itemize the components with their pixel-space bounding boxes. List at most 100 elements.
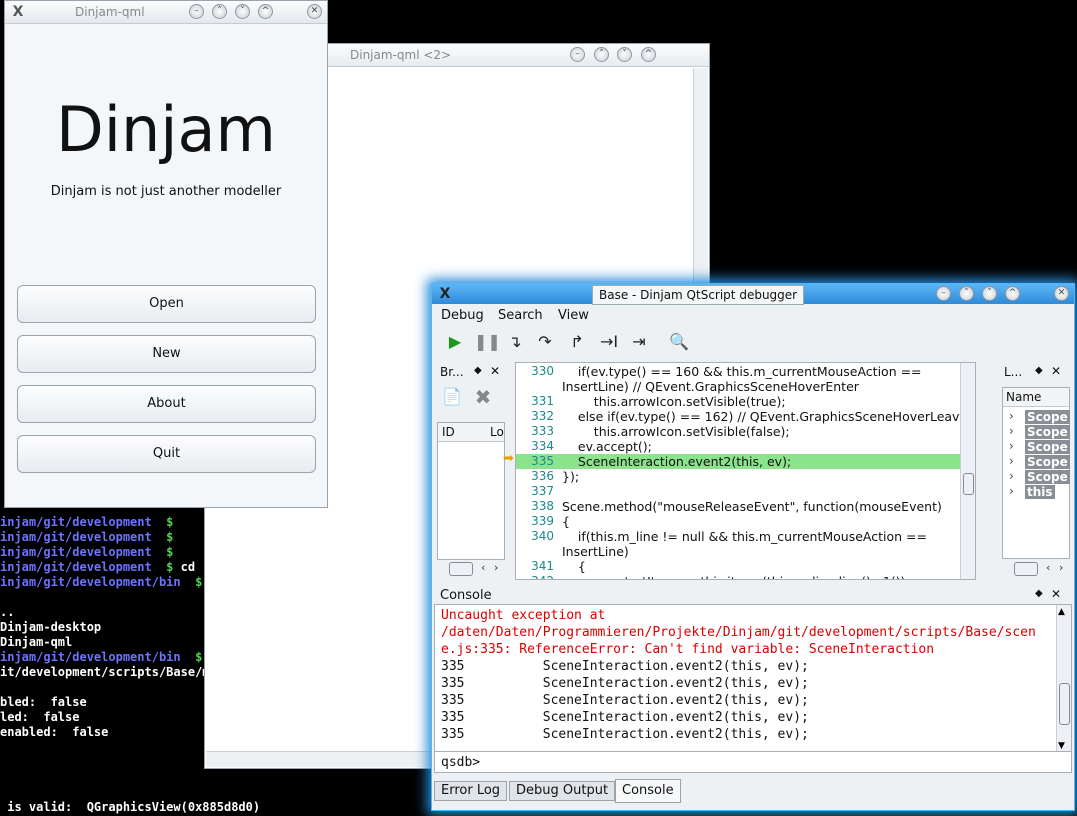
line-number: 337 (531, 484, 554, 498)
tab-debug-output[interactable]: Debug Output (509, 781, 616, 801)
code-line[interactable]: 335 SceneInteraction.event2(this, ev); (516, 454, 961, 469)
code-text: if(this.m_line != null && this.m_current… (562, 529, 928, 544)
code-line[interactable]: InsertLine) (516, 544, 961, 559)
step-out-icon[interactable]: ↱ (566, 331, 588, 353)
line-number: 333 (531, 424, 554, 438)
qtscript-debugger-window[interactable]: X Base - Dinjam QtScript debugger – ˄ ˅ … (431, 283, 1075, 811)
keep-above-button[interactable]: ˄ (959, 286, 974, 301)
step-into-icon[interactable]: ↴ (504, 331, 526, 353)
float-icon[interactable]: ◆ (474, 365, 482, 376)
code-line[interactable]: 337 (516, 484, 961, 499)
window-titlebar[interactable]: X Base - Dinjam QtScript debugger – ˄ ˅ … (432, 284, 1074, 305)
dinjam-qml-window[interactable]: X Dinjam-qml – ˄ ˅ ^ ✕ Dinjam Dinjam is … (4, 0, 328, 508)
continue-icon[interactable]: ▶ (444, 331, 466, 353)
breakpoints-list[interactable]: ID Lo (437, 422, 505, 560)
kde-x-icon[interactable]: X (437, 286, 453, 302)
column-id[interactable]: ID (442, 425, 455, 439)
maximize-button[interactable]: ^ (1005, 286, 1020, 301)
locals-item-label: Scope (1025, 425, 1070, 439)
terminal-line: injam/git/development $ (0, 515, 174, 529)
close-pane-icon[interactable]: ✕ (1051, 364, 1061, 378)
code-text: if(ev.type() == 160 && this.m_currentMou… (562, 364, 922, 379)
terminal-line: led: false (0, 710, 80, 724)
shade-button[interactable]: – (570, 47, 585, 62)
code-line[interactable]: 341 { (516, 559, 961, 574)
close-button[interactable]: ✕ (307, 4, 322, 19)
minimize-button[interactable]: ˅ (982, 286, 997, 301)
maximize-button[interactable]: ^ (641, 47, 656, 62)
keep-above-button[interactable]: ˄ (594, 47, 609, 62)
minimize-button[interactable]: ˅ (235, 4, 250, 19)
code-line[interactable]: 334 ev.accept(); (516, 439, 961, 454)
code-line[interactable]: 333 this.arrowIcon.setVisible(false); (516, 424, 961, 439)
console-input[interactable]: qsdb> (434, 751, 1072, 773)
expand-chevron-icon[interactable]: › (1009, 469, 1014, 483)
code-text: }); (562, 469, 580, 484)
terminal-line: Dinjam-qml (0, 635, 73, 649)
menu-view[interactable]: View (558, 308, 589, 323)
expand-chevron-icon[interactable]: › (1009, 409, 1014, 423)
close-button[interactable]: ✕ (1054, 286, 1069, 301)
locals-scrollbar[interactable]: ‹ › (1002, 561, 1070, 576)
console-scrollbar[interactable]: ▲ ▼ (1056, 605, 1071, 753)
console-output[interactable]: Uncaught exception at/daten/Daten/Progra… (434, 604, 1072, 754)
locals-tree[interactable]: Name › Scope › Scope › Scope › Scope › Scope › this (1002, 387, 1070, 559)
terminal-line: injam/git/development/bin $ (0, 650, 203, 664)
shade-button[interactable]: – (936, 286, 951, 301)
expand-chevron-icon[interactable]: › (1009, 424, 1014, 438)
code-line[interactable]: 342 var startItems = this.items(this.m_l… (516, 574, 961, 579)
interrupt-icon[interactable]: ❚❚ (474, 331, 501, 353)
code-line[interactable]: 338 Scene.method("mouseReleaseEvent", fun… (516, 499, 961, 514)
code-scrollbar[interactable] (960, 363, 975, 579)
console-error-line: /daten/Daten/Programmieren/Projekte/Dinj… (441, 625, 1036, 640)
expand-chevron-icon[interactable]: › (1009, 484, 1014, 498)
line-number: 338 (531, 499, 554, 513)
window-title: Dinjam-qml <2> (350, 48, 452, 62)
step-over-icon[interactable]: ↷ (534, 331, 556, 353)
code-line[interactable]: 340 if(this.m_line != null && this.m_cur… (516, 529, 961, 544)
window-titlebar[interactable]: X Dinjam-qml – ˄ ˅ ^ ✕ (5, 1, 327, 24)
tab-error-log[interactable]: Error Log (434, 781, 508, 801)
new-breakpoint-icon[interactable]: 📄 (441, 386, 463, 408)
debug-toolbar: ▶ ❚❚ ↴ ↷ ↱ →I ⇥ 🔍 (432, 329, 1074, 357)
expand-chevron-icon[interactable]: › (1009, 439, 1014, 453)
close-pane-icon[interactable]: ✕ (1051, 587, 1061, 601)
run-to-new-script-icon[interactable]: ⇥ (628, 331, 650, 353)
code-line[interactable]: 339 { (516, 514, 961, 529)
code-line[interactable]: 332 else if(ev.type() == 162) // QEvent.… (516, 409, 967, 424)
window-title: Base - Dinjam QtScript debugger (592, 285, 805, 305)
code-line[interactable]: 330 if(ev.type() == 160 && this.m_curren… (516, 364, 961, 379)
breakpoints-scrollbar[interactable]: ‹ › (437, 561, 505, 576)
search-icon[interactable]: 🔍 (668, 331, 690, 353)
delete-breakpoint-icon[interactable]: ✖ (472, 386, 494, 408)
minimize-button[interactable]: ˅ (617, 47, 632, 62)
column-location: Lo (490, 425, 504, 439)
about-button[interactable]: About (17, 385, 316, 423)
open-button[interactable]: Open (17, 285, 316, 323)
menu-bar: Debug Search View (432, 305, 1074, 327)
close-pane-icon[interactable]: ✕ (490, 364, 500, 378)
code-line[interactable]: 336}); (516, 469, 961, 484)
float-icon[interactable]: ◆ (1035, 365, 1043, 376)
shade-button[interactable]: – (189, 4, 204, 19)
float-icon[interactable]: ◆ (1035, 588, 1043, 599)
kde-x-icon[interactable]: X (10, 4, 26, 20)
app-subtitle: Dinjam is not just another modeller (50, 184, 282, 199)
keep-above-button[interactable]: ˄ (212, 4, 227, 19)
menu-debug[interactable]: Debug (441, 308, 484, 323)
expand-chevron-icon[interactable]: › (1009, 454, 1014, 468)
menu-search[interactable]: Search (498, 308, 543, 323)
code-line[interactable]: InsertLine) // QEvent.GraphicsSceneHover… (516, 379, 961, 394)
line-number: 330 (531, 364, 554, 378)
quit-button[interactable]: Quit (17, 435, 316, 473)
maximize-button[interactable]: ^ (258, 4, 273, 19)
run-to-cursor-icon[interactable]: →I (598, 331, 620, 353)
column-name[interactable]: Name (1006, 390, 1041, 404)
code-text: SceneInteraction.event2(this, ev); (562, 454, 792, 469)
code-line[interactable]: 331 this.arrowIcon.setVisible(true); (516, 394, 961, 409)
tab-console[interactable]: Console (615, 779, 681, 803)
code-editor[interactable]: 330 if(ev.type() == 160 && this.m_curren… (515, 362, 976, 580)
locals-item-label: Scope (1025, 440, 1070, 454)
app-heading: Dinjam (56, 93, 276, 166)
new-button[interactable]: New (17, 335, 316, 373)
